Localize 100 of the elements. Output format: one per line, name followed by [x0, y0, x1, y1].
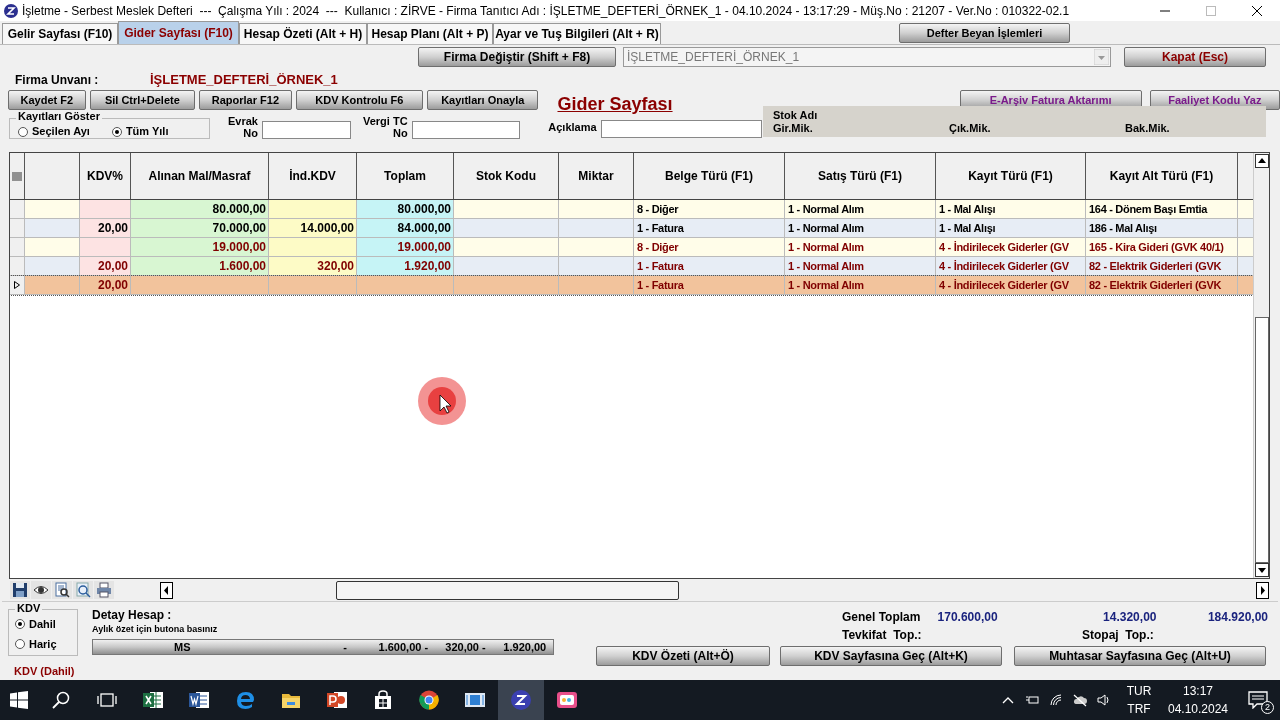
- table-cell[interactable]: [454, 276, 559, 294]
- vertical-scrollbar[interactable]: [1253, 153, 1269, 578]
- clock[interactable]: 13:17 04.10.2024: [1160, 680, 1236, 720]
- table-cell[interactable]: 8 - Diğer: [634, 238, 785, 256]
- table-cell[interactable]: 82 - Elektrik Giderleri (GVK: [1086, 257, 1238, 275]
- table-cell[interactable]: 1 - Fatura: [634, 257, 785, 275]
- table-cell[interactable]: [80, 238, 131, 256]
- table-cell[interactable]: 19.000,00: [131, 238, 269, 256]
- table-cell[interactable]: 14.000,00: [269, 219, 357, 237]
- table-cell[interactable]: 70.000,00: [131, 219, 269, 237]
- table-cell[interactable]: 4 - İndirilecek Giderler (GV: [936, 238, 1086, 256]
- table-cell[interactable]: [1238, 238, 1253, 256]
- table-cell[interactable]: 1.920,00: [357, 257, 454, 275]
- table-cell[interactable]: 1 - Fatura: [634, 276, 785, 294]
- table-cell[interactable]: 20,00: [80, 276, 131, 294]
- close-app-button[interactable]: Kapat (Esc): [1124, 47, 1266, 67]
- action-button[interactable]: Kaydet F2: [8, 90, 86, 110]
- action-button[interactable]: KDV Sayfasına Geç (Alt+K): [780, 646, 1002, 666]
- table-cell[interactable]: 186 - Mal Alışı: [1086, 219, 1238, 237]
- table-cell[interactable]: [454, 200, 559, 218]
- action-button[interactable]: Sil Ctrl+Delete: [89, 90, 196, 110]
- table-cell[interactable]: 1 - Normal Alım: [785, 276, 936, 294]
- table-cell[interactable]: [269, 238, 357, 256]
- table-cell[interactable]: 1 - Normal Alım: [785, 257, 936, 275]
- action-button[interactable]: Muhtasar Sayfasına Geç (Alt+U): [1014, 646, 1266, 666]
- table-cell[interactable]: [559, 238, 634, 256]
- action-button[interactable]: KDV Kontrolu F6: [295, 90, 424, 110]
- tab[interactable]: Ayar ve Tuş Bilgileri (Alt + R): [493, 23, 661, 44]
- table-cell[interactable]: 320,00: [269, 257, 357, 275]
- firma-degistir-button[interactable]: Firma Değiştir (Shift + F8): [418, 47, 616, 67]
- input-field[interactable]: [262, 120, 351, 139]
- horizontal-scrollbar[interactable]: [160, 580, 1269, 600]
- table-cell[interactable]: [1238, 276, 1253, 294]
- table-cell[interactable]: 84.000,00: [357, 219, 454, 237]
- table-cell[interactable]: 8 - Diğer: [634, 200, 785, 218]
- column-header[interactable]: Belge Türü (F1): [634, 153, 785, 199]
- input-field[interactable]: [411, 120, 520, 139]
- table-cell[interactable]: [454, 257, 559, 275]
- table-cell[interactable]: [1238, 219, 1253, 237]
- taskbar-app-button[interactable]: [498, 680, 544, 720]
- table-cell[interactable]: [559, 200, 634, 218]
- table-cell[interactable]: [1238, 200, 1253, 218]
- table-cell[interactable]: 1 - Normal Alım: [785, 200, 936, 218]
- table-cell[interactable]: 80.000,00: [357, 200, 454, 218]
- row-header[interactable]: [10, 276, 25, 294]
- table-cell[interactable]: [269, 276, 357, 294]
- defter-beyan-button[interactable]: Defter Beyan İşlemleri: [899, 23, 1070, 43]
- column-chooser-button[interactable]: [10, 153, 25, 199]
- column-header[interactable]: Miktar: [559, 153, 634, 199]
- table-cell[interactable]: [25, 200, 80, 218]
- table-cell[interactable]: 1 - Mal Alışı: [936, 219, 1086, 237]
- tab[interactable]: Hesap Planı (Alt + P): [367, 23, 493, 44]
- column-header[interactable]: Kayıt Alt Türü (F1): [1086, 153, 1238, 199]
- table-cell[interactable]: [1238, 257, 1253, 275]
- table-cell[interactable]: [454, 238, 559, 256]
- table-cell[interactable]: 1 - Fatura: [634, 219, 785, 237]
- scrollbar-thumb[interactable]: [1254, 317, 1269, 563]
- language-indicator[interactable]: TUR TRF: [1122, 680, 1156, 720]
- table-cell[interactable]: 1 - Normal Alım: [785, 219, 936, 237]
- column-header[interactable]: Alınan Mal/Masraf: [131, 153, 269, 199]
- column-header[interactable]: Satış Türü (F1): [785, 153, 936, 199]
- table-cell[interactable]: 80.000,00: [131, 200, 269, 218]
- table-cell[interactable]: 4 - İndirilecek Giderler (GV: [936, 257, 1086, 275]
- eye-button[interactable]: [31, 581, 51, 599]
- column-header[interactable]: Kayıt Türü (F1): [936, 153, 1086, 199]
- table-cell[interactable]: [559, 219, 634, 237]
- monthly-summary-button[interactable]: MS - 1.600,00 - 320,00 - 1.920,00: [92, 639, 554, 655]
- table-cell[interactable]: 20,00: [80, 257, 131, 275]
- column-header[interactable]: İnd.KDV: [269, 153, 357, 199]
- tab[interactable]: Gelir Sayfası (F10): [2, 23, 118, 44]
- table-cell[interactable]: 165 - Kira Gideri (GVK 40/1): [1086, 238, 1238, 256]
- table-cell[interactable]: 4 - İndirilecek Giderler (GV: [936, 276, 1086, 294]
- column-header[interactable]: Stok Kodu: [454, 153, 559, 199]
- table-cell[interactable]: [559, 276, 634, 294]
- table-cell[interactable]: 20,00: [80, 219, 131, 237]
- tab[interactable]: Gider Sayfası (F10): [118, 21, 239, 44]
- column-header[interactable]: Toplam: [357, 153, 454, 199]
- table-cell[interactable]: 1 - Mal Alışı: [936, 200, 1086, 218]
- table-cell[interactable]: [25, 238, 80, 256]
- table-cell[interactable]: [357, 276, 454, 294]
- table-cell[interactable]: [25, 276, 80, 294]
- radio-button[interactable]: Hariç: [15, 635, 77, 652]
- document-search-button[interactable]: [52, 581, 72, 599]
- table-cell[interactable]: [269, 200, 357, 218]
- table-cell[interactable]: 164 - Dönem Başı Emtia: [1086, 200, 1238, 218]
- action-button[interactable]: KDV Özeti (Alt+Ö): [596, 646, 770, 666]
- table-cell[interactable]: 82 - Elektrik Giderleri (GVK: [1086, 276, 1238, 294]
- action-button[interactable]: Kayıtları Onayla: [427, 90, 539, 110]
- printer-button[interactable]: [94, 581, 114, 599]
- save-button[interactable]: [10, 581, 30, 599]
- table-cell[interactable]: [25, 257, 80, 275]
- table-cell[interactable]: 1.600,00: [131, 257, 269, 275]
- scrollbar-thumb[interactable]: [336, 580, 679, 600]
- table-cell[interactable]: 1 - Normal Alım: [785, 238, 936, 256]
- table-cell[interactable]: [559, 257, 634, 275]
- action-button[interactable]: Raporlar F12: [199, 90, 292, 110]
- column-header[interactable]: KDV%: [80, 153, 131, 199]
- table-cell[interactable]: [80, 200, 131, 218]
- table-cell[interactable]: [131, 276, 269, 294]
- table-cell[interactable]: 19.000,00: [357, 238, 454, 256]
